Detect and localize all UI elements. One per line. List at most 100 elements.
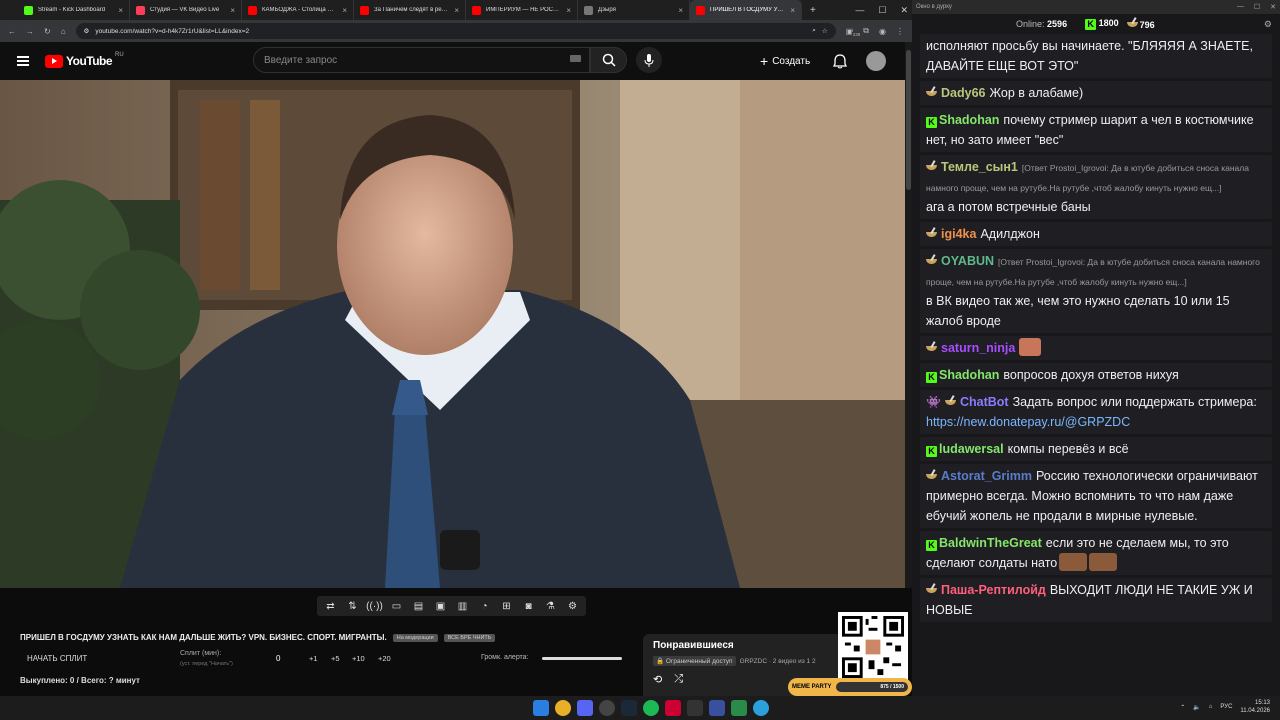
app-icon[interactable] bbox=[709, 700, 725, 716]
maximize-icon[interactable]: ☐ bbox=[878, 5, 886, 16]
extension-icon[interactable]: ▣ 238 bbox=[846, 27, 862, 37]
network-icon[interactable]: ⌂ bbox=[1209, 704, 1213, 710]
donate-link[interactable]: https://new.donatepay.ru/@GRPZDC bbox=[926, 415, 1130, 429]
browser-tab[interactable]: Stream - Kick Dashboard × bbox=[18, 0, 130, 20]
film-icon[interactable]: ▤ bbox=[411, 599, 426, 613]
minimize-icon[interactable]: — bbox=[855, 5, 864, 15]
close-tab-icon[interactable]: × bbox=[678, 6, 683, 15]
status-pill[interactable]: На модерации bbox=[392, 633, 438, 642]
chat-message-text: в ВК видео так же, чем это нужно сделать… bbox=[926, 294, 1230, 328]
chat-username[interactable]: Astorat_Grimm bbox=[941, 469, 1032, 483]
notifications-bell-icon[interactable] bbox=[833, 54, 847, 69]
close-window-icon[interactable]: ✕ bbox=[1270, 3, 1276, 11]
chrome-icon[interactable] bbox=[555, 700, 571, 716]
chat-username[interactable]: Shadohan bbox=[939, 368, 999, 382]
search-input[interactable]: Введите запрос bbox=[253, 47, 590, 73]
extensions-puzzle-icon[interactable]: ⧉ bbox=[863, 26, 869, 36]
close-tab-icon[interactable]: × bbox=[342, 6, 347, 15]
chat-username[interactable]: ChatBot bbox=[960, 395, 1009, 409]
back-icon[interactable]: ← bbox=[8, 27, 16, 36]
browser-tab[interactable]: КАМБОДЖА - Столица Ми... × bbox=[242, 0, 354, 20]
chat-username[interactable]: Паша-Рептилойд bbox=[941, 583, 1046, 597]
obs-icon[interactable] bbox=[599, 700, 615, 716]
chat-username[interactable]: OYABUN bbox=[941, 254, 994, 268]
chat-username[interactable]: Shadohan bbox=[939, 113, 999, 127]
keyboard-icon[interactable] bbox=[570, 55, 581, 62]
screenshot-icon[interactable]: ◙ bbox=[521, 599, 536, 613]
telegram-icon[interactable] bbox=[753, 700, 769, 716]
increment-button[interactable]: +1 bbox=[309, 654, 318, 663]
tray-arrow-icon[interactable]: ⌃ bbox=[1180, 704, 1185, 711]
discord-icon[interactable] bbox=[577, 700, 593, 716]
settings-gear-icon[interactable]: ⚙ bbox=[565, 599, 580, 613]
chat-username[interactable]: BaldwinTheGreat bbox=[939, 536, 1042, 550]
close-tab-icon[interactable]: × bbox=[790, 6, 795, 15]
browser-tab[interactable]: Студия — VK Видео Live × bbox=[130, 0, 242, 20]
minimize-icon[interactable]: — bbox=[1237, 3, 1244, 11]
video-player[interactable] bbox=[0, 80, 905, 588]
new-tab-button[interactable]: + bbox=[810, 5, 816, 16]
kick-favicon-icon bbox=[24, 5, 33, 15]
clock[interactable]: 15:13 11.04.2026 bbox=[1240, 699, 1270, 715]
chat-username[interactable]: igi4ka bbox=[941, 227, 976, 241]
picture-icon[interactable]: ▣ bbox=[433, 599, 448, 613]
split-value[interactable]: 0 bbox=[276, 654, 280, 663]
close-window-icon[interactable]: ✕ bbox=[900, 5, 908, 16]
create-button[interactable]: + Создать bbox=[760, 53, 810, 69]
browser-tab-active[interactable]: ПРИШЕЛ В ГОСДУМУ УЗНА...× bbox=[690, 0, 802, 20]
loop-icon[interactable]: ⇄ bbox=[323, 599, 338, 613]
app-icon[interactable] bbox=[731, 700, 747, 716]
bookmark-star-icon[interactable]: ☆ bbox=[822, 27, 828, 35]
youtube-logo[interactable]: YouTube RU bbox=[45, 52, 124, 68]
flask-icon[interactable]: ⚗ bbox=[543, 599, 558, 613]
broadcast-icon[interactable]: ((·)) bbox=[366, 599, 383, 613]
alert-volume-slider[interactable] bbox=[542, 657, 622, 660]
increment-button[interactable]: +20 bbox=[378, 654, 391, 663]
increment-button[interactable]: +10 bbox=[352, 654, 365, 663]
chat-username[interactable]: saturn_ninja bbox=[941, 341, 1015, 355]
chat-username[interactable]: Темле_сын1 bbox=[941, 160, 1018, 174]
close-tab-icon[interactable]: × bbox=[566, 6, 571, 15]
start-split-button[interactable]: НАЧАТЬ СПЛИТ bbox=[27, 654, 87, 663]
app-icon[interactable] bbox=[687, 700, 703, 716]
spotify-icon[interactable] bbox=[643, 700, 659, 716]
sort-icon[interactable]: ⇅ bbox=[345, 599, 360, 613]
chat-username[interactable]: ludawersal bbox=[939, 442, 1004, 456]
user-avatar[interactable] bbox=[866, 51, 886, 71]
close-tab-icon[interactable]: × bbox=[454, 6, 459, 15]
add-clip-icon[interactable]: ⊞ bbox=[499, 599, 514, 613]
steam-icon[interactable] bbox=[621, 700, 637, 716]
cast-icon[interactable]: ▭ bbox=[389, 599, 404, 613]
forward-icon[interactable]: → bbox=[26, 27, 34, 36]
chat-message: Kludawersal компы перевёз и всё bbox=[920, 437, 1272, 461]
browser-tab[interactable]: Дзыря × bbox=[578, 0, 690, 20]
chat-username[interactable]: Dady66 bbox=[941, 86, 985, 100]
close-tab-icon[interactable]: × bbox=[230, 6, 235, 15]
maximize-icon[interactable]: ☐ bbox=[1254, 3, 1260, 11]
loop-icon[interactable]: ⟲ bbox=[653, 673, 662, 686]
subtitles-icon[interactable]: ▥ bbox=[455, 599, 470, 613]
volume-icon[interactable]: 🔈 bbox=[1193, 704, 1200, 711]
close-tab-icon[interactable]: × bbox=[118, 6, 123, 15]
browser-tab[interactable]: ИМПЕРИУМ — НЕ РОССИ... × bbox=[466, 0, 578, 20]
shuffle-icon[interactable]: ⤮ bbox=[674, 673, 683, 686]
browser-tab[interactable]: За Паничем следят в реал... × bbox=[354, 0, 466, 20]
profile-icon[interactable]: ◉ bbox=[879, 27, 886, 36]
menu-hamburger-icon[interactable] bbox=[17, 56, 29, 66]
menu-dots-icon[interactable]: ⋮ bbox=[896, 27, 904, 36]
home-icon[interactable]: ⌂ bbox=[61, 27, 66, 36]
reload-icon[interactable]: ↻ bbox=[44, 27, 51, 36]
status-pill[interactable]: ВСЕ БРЕ ЧНИТЬ bbox=[443, 633, 496, 642]
windows-start-icon[interactable] bbox=[533, 700, 549, 716]
increment-button[interactable]: +5 bbox=[331, 654, 340, 663]
app-icon[interactable] bbox=[665, 700, 681, 716]
speed-icon[interactable]: ◔ bbox=[477, 599, 492, 613]
site-info-icon[interactable]: ⚙ bbox=[84, 27, 90, 35]
voice-search-button[interactable] bbox=[636, 47, 662, 73]
language-indicator[interactable]: РУС bbox=[1220, 704, 1232, 710]
search-button[interactable] bbox=[590, 47, 627, 73]
zoom-icon[interactable]: ⌕ bbox=[812, 27, 816, 35]
scrollbar-thumb[interactable] bbox=[906, 50, 911, 190]
settings-gear-icon[interactable]: ⚙ bbox=[1264, 19, 1272, 30]
address-bar[interactable]: ⚙ youtube.com/watch?v=d-h4k7Zr1rU&list=L… bbox=[75, 23, 836, 39]
